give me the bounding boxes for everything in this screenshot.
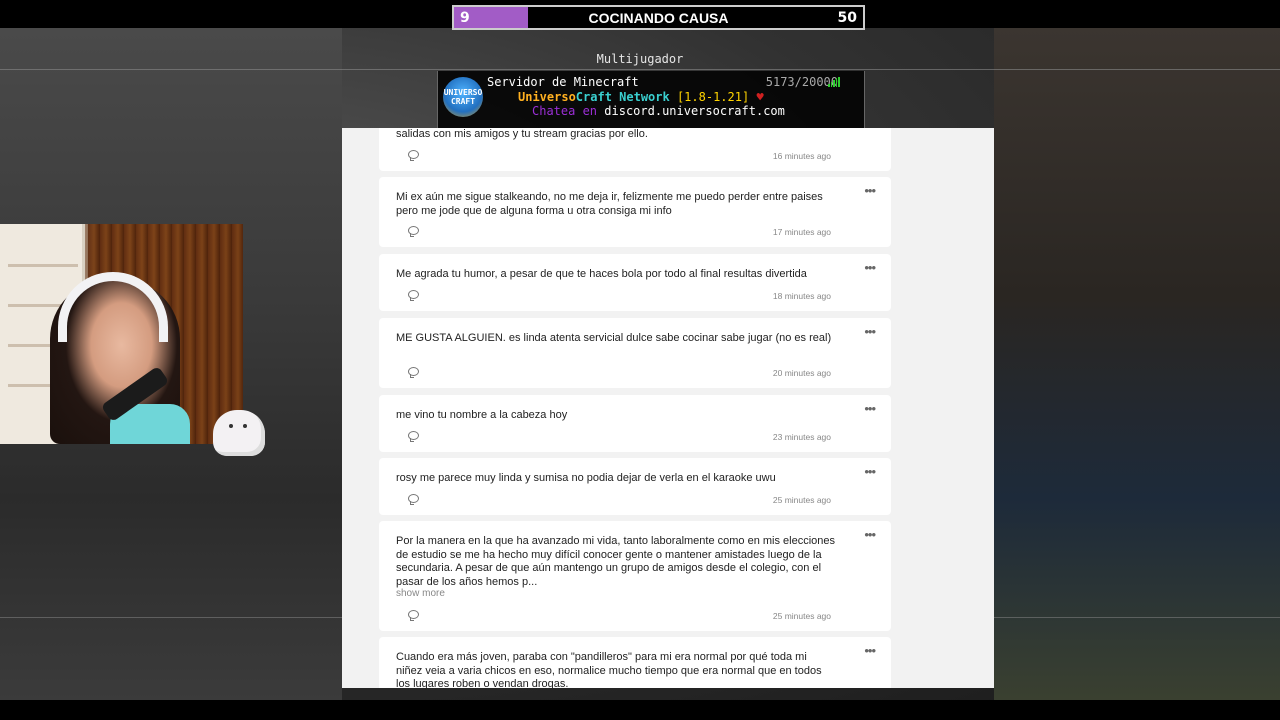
multiplayer-title: Multijugador xyxy=(596,52,684,66)
comment-text: me vino tu nombre a la cabeza hoy xyxy=(396,409,568,421)
goal-progress-bar: 9 COCINANDO CAUSA 50 xyxy=(452,5,865,30)
goal-title: COCINANDO CAUSA xyxy=(588,9,729,26)
server-motd-line1: UniversoCraft Network [1.8-1.21] ♥ xyxy=(518,90,764,104)
comment-time: 25 minutes ago xyxy=(772,495,831,505)
comment-card[interactable]: salidas con mis amigos y tu stream graci… xyxy=(379,128,891,171)
comment-text: Me agrada tu humor, a pesar de que te ha… xyxy=(396,268,807,280)
comment-card[interactable]: Por la manera en la que ha avanzado mi v… xyxy=(379,521,891,631)
comment-card[interactable]: ME GUSTA ALGUIEN. es linda atenta servic… xyxy=(379,318,891,388)
more-options-icon[interactable]: ••• xyxy=(864,261,876,274)
signal-strength-icon xyxy=(828,77,840,87)
server-name: Servidor de Minecraft xyxy=(487,75,639,89)
comment-time: 17 minutes ago xyxy=(772,227,831,237)
heart-icon: ♥ xyxy=(756,90,764,104)
more-options-icon[interactable]: ••• xyxy=(864,528,876,541)
comment-text: ME GUSTA ALGUIEN. es linda atenta servic… xyxy=(396,332,832,344)
comment-card[interactable]: Me agrada tu humor, a pesar de que te ha… xyxy=(379,254,891,311)
server-logo-icon: UNIVERSO CRAFT xyxy=(443,77,483,117)
reply-icon[interactable] xyxy=(408,494,419,505)
server-list-entry[interactable]: UNIVERSO CRAFT Servidor de Minecraft 517… xyxy=(437,71,865,129)
comment-time: 16 minutes ago xyxy=(772,151,831,161)
comment-card[interactable]: me vino tu nombre a la cabeza hoy ••• 23… xyxy=(379,395,891,452)
comment-time: 20 minutes ago xyxy=(772,368,831,378)
reply-icon[interactable] xyxy=(408,610,419,621)
more-options-icon[interactable]: ••• xyxy=(864,644,876,657)
bottom-bar xyxy=(0,700,1280,720)
comment-text: rosy me parece muy linda y sumisa no pod… xyxy=(396,472,776,484)
comment-text: Cuando era más joven, paraba con "pandil… xyxy=(396,651,822,688)
server-motd-line2: Chatea en discord.universocraft.com xyxy=(532,104,785,118)
comment-card[interactable]: rosy me parece muy linda y sumisa no pod… xyxy=(379,458,891,515)
comments-panel[interactable]: salidas con mis amigos y tu stream graci… xyxy=(342,128,994,688)
reply-icon[interactable] xyxy=(408,431,419,442)
more-options-icon[interactable]: ••• xyxy=(864,325,876,338)
reply-icon[interactable] xyxy=(408,290,419,301)
comment-time: 25 minutes ago xyxy=(772,611,831,621)
show-more-link[interactable]: show more xyxy=(396,588,445,599)
comment-time: 23 minutes ago xyxy=(772,432,831,442)
webcam-feed xyxy=(0,224,243,444)
goal-target-count: 50 xyxy=(837,9,857,26)
background-right xyxy=(994,28,1280,700)
comment-text: salidas con mis amigos y tu stream graci… xyxy=(396,128,648,140)
reply-icon[interactable] xyxy=(408,367,419,378)
more-options-icon[interactable]: ••• xyxy=(864,402,876,415)
more-options-icon[interactable]: ••• xyxy=(864,465,876,478)
reply-icon[interactable] xyxy=(408,150,419,161)
comment-text: Por la manera en la que ha avanzado mi v… xyxy=(396,535,836,588)
mascot-sticker xyxy=(213,410,265,456)
reply-icon[interactable] xyxy=(408,226,419,237)
comment-time: 18 minutes ago xyxy=(772,291,831,301)
comment-text: Mi ex aún me sigue stalkeando, no me dej… xyxy=(396,191,823,217)
comment-card[interactable]: Cuando era más joven, paraba con "pandil… xyxy=(379,637,891,688)
goal-current-count: 9 xyxy=(460,9,470,26)
comment-card[interactable]: Mi ex aún me sigue stalkeando, no me dej… xyxy=(379,177,891,247)
divider-line xyxy=(0,69,1280,70)
more-options-icon[interactable]: ••• xyxy=(864,184,876,197)
